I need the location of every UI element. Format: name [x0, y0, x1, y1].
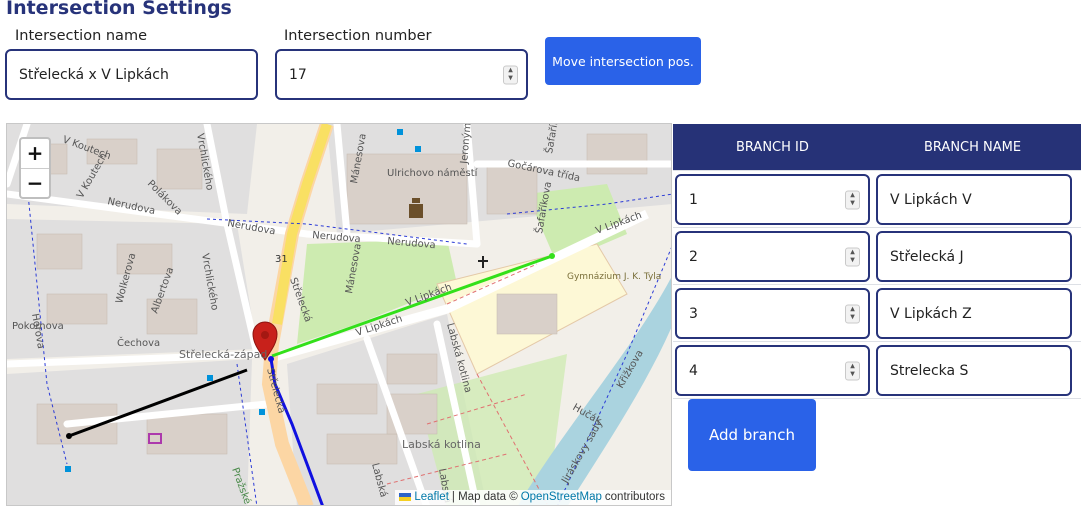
spin-up-icon[interactable]: ▲: [850, 363, 855, 371]
openstreetmap-link[interactable]: OpenStreetMap: [521, 491, 602, 503]
street-label: Pokornova: [12, 321, 64, 332]
spin-up-icon[interactable]: ▲: [508, 67, 513, 75]
row-divider: [673, 170, 1081, 171]
street-label: Labská kotlina: [402, 438, 481, 451]
row-divider: [673, 227, 1081, 228]
spin-down-icon[interactable]: ▼: [850, 257, 855, 265]
map-canvas: V Koutech V Koutech Polákova Vrchlického…: [7, 124, 671, 505]
attribution-suffix: contributors: [604, 491, 665, 503]
spin-down-icon[interactable]: ▼: [850, 200, 855, 208]
spin-down-icon[interactable]: ▼: [850, 371, 855, 379]
branch-endpoint-blue: [268, 356, 274, 362]
branch-id-value: 3: [689, 305, 698, 322]
spin-up-icon[interactable]: ▲: [850, 249, 855, 257]
branch-name-value: V Lipkách V: [890, 191, 972, 208]
intersection-number-input[interactable]: 17 ▲ ▼: [275, 49, 528, 100]
branch-id-spinner[interactable]: ▲ ▼: [845, 247, 860, 266]
branch-id-value: 1: [689, 191, 698, 208]
street-label: Střelecká-západ: [179, 348, 267, 361]
move-intersection-button[interactable]: Move intersection pos.: [545, 37, 701, 85]
branch-id-value: 4: [689, 362, 698, 379]
zoom-control: + −: [19, 137, 51, 199]
branch-name-value: Střelecká J: [890, 248, 964, 265]
branch-name-input[interactable]: Střelecká J: [876, 231, 1072, 282]
street-label: Gymnázium J. K. Tyla: [567, 272, 661, 282]
branch-name-value: V Lipkách Z: [890, 305, 972, 322]
branch-id-spinner[interactable]: ▲ ▼: [845, 190, 860, 209]
branch-endpoint-green: [549, 253, 555, 259]
leaflet-link[interactable]: Leaflet: [414, 491, 449, 503]
branch-id-spinner[interactable]: ▲ ▼: [845, 361, 860, 380]
add-branch-button[interactable]: Add branch: [688, 399, 816, 471]
branch-id-input[interactable]: 4 ▲ ▼: [675, 345, 870, 396]
page-title: Intersection Settings: [6, 0, 232, 19]
spin-down-icon[interactable]: ▼: [850, 314, 855, 322]
intersection-number-label: Intersection number: [284, 28, 432, 44]
branch-id-input[interactable]: 2 ▲ ▼: [675, 231, 870, 282]
map-attribution: Leaflet | Map data © OpenStreetMap contr…: [395, 490, 671, 505]
branch-name-input[interactable]: V Lipkách Z: [876, 288, 1072, 339]
number-spinner[interactable]: ▲ ▼: [503, 65, 518, 84]
branch-id-spinner[interactable]: ▲ ▼: [845, 304, 860, 323]
branch-name-input[interactable]: V Lipkách V: [876, 174, 1072, 225]
header-branch-id: BRANCH ID: [736, 140, 809, 155]
spin-down-icon[interactable]: ▼: [508, 75, 513, 83]
street-label: Čechova: [117, 336, 160, 349]
branch-id-input[interactable]: 1 ▲ ▼: [675, 174, 870, 225]
zoom-out-button[interactable]: −: [21, 167, 49, 198]
branch-id-value: 2: [689, 248, 698, 265]
row-divider: [673, 284, 1081, 285]
intersection-number-value: 17: [289, 66, 307, 83]
branch-name-input[interactable]: Strelecka S: [876, 345, 1072, 396]
attribution-separator: | Map data ©: [451, 491, 518, 503]
row-divider: [673, 341, 1081, 342]
spin-up-icon[interactable]: ▲: [850, 306, 855, 314]
branch-id-input[interactable]: 3 ▲ ▼: [675, 288, 870, 339]
leaflet-flag-icon: [399, 493, 412, 501]
intersection-name-value: Střelecká x V Lipkách: [19, 66, 169, 83]
map-view[interactable]: V Koutech V Koutech Polákova Vrchlického…: [6, 123, 672, 506]
road-number-label: 31: [275, 254, 288, 265]
zoom-in-button[interactable]: +: [21, 139, 49, 168]
intersection-name-input[interactable]: Střelecká x V Lipkách: [5, 49, 258, 100]
branch-table-header: BRANCH ID BRANCH NAME: [673, 124, 1081, 170]
branch-endpoint-black: [66, 433, 72, 439]
spin-up-icon[interactable]: ▲: [850, 192, 855, 200]
branch-name-value: Strelecka S: [890, 362, 969, 379]
header-branch-name: BRANCH NAME: [924, 140, 1022, 155]
intersection-name-label: Intersection name: [15, 28, 147, 44]
street-label: Ulrichovo náměstí: [387, 167, 479, 179]
